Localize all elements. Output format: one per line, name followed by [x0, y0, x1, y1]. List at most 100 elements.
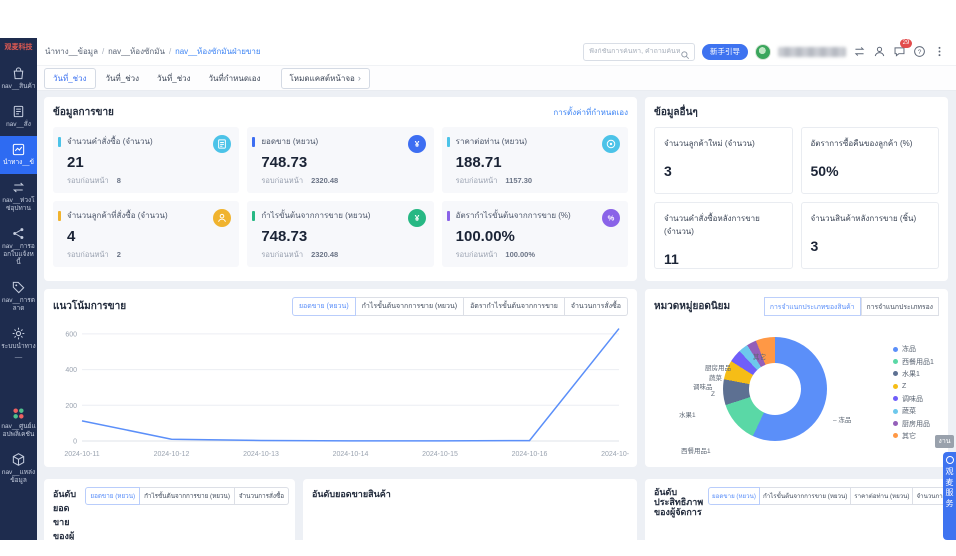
sidebar-item-products[interactable]: nav__สินค้า	[0, 60, 37, 98]
legend-item[interactable]: 调味品	[893, 393, 934, 405]
breadcrumb-separator: /	[102, 47, 104, 56]
sidebar-item-marketing[interactable]: nav__การตลาด	[0, 274, 37, 320]
svg-text:2024-10-16: 2024-10-16	[512, 451, 548, 458]
more-menu-icon[interactable]	[933, 45, 946, 58]
date-tab[interactable]: วันที่_ช่วง	[98, 68, 148, 89]
stat-value: 4	[67, 228, 231, 245]
stat-value: 748.73	[261, 228, 425, 245]
breadcrumb-item[interactable]: nav__ห้องซักมัน	[108, 45, 165, 58]
legend-dot	[893, 359, 898, 364]
legend-dot	[893, 371, 898, 376]
svg-text:2024-10-17: 2024-10-17	[601, 451, 629, 458]
switch-account-icon[interactable]	[853, 45, 866, 58]
document-icon	[11, 104, 26, 119]
legend-item[interactable]: 蔬菜	[893, 405, 934, 417]
seller-metric-tab[interactable]: กำไรขั้นต้นจากการขาย (หยวน)	[140, 487, 235, 505]
other-card-title: ข้อมูลอื่นๆ	[654, 105, 698, 120]
donut-hole	[749, 363, 801, 415]
stat-value: 3	[811, 238, 931, 254]
seller-metric-tabs: ยอดขาย (หยวน)กำไรขั้นต้นจากการขาย (หยวน)…	[85, 487, 289, 505]
breadcrumb-item[interactable]: นำทาง__ข้อมูล	[45, 45, 98, 58]
messages-icon[interactable]: 29	[893, 45, 906, 58]
manager-ranking-title: อันดับประสิทธิภาพของผู้จัดการ	[654, 487, 702, 517]
sidebar-item-supply-chain[interactable]: nav__ห่วงโซ่อุปทาน	[0, 174, 37, 220]
seller-metric-tab[interactable]: จำนวนการสั่งซื้อ	[235, 487, 289, 505]
legend-item[interactable]: 冻品	[893, 343, 934, 355]
sidebar-item-app-center[interactable]: nav__ศูนย์แอปพลิเคชัน	[0, 400, 37, 446]
legend-item[interactable]: 厨房用品	[893, 417, 934, 429]
gear-icon	[11, 326, 26, 341]
date-tab[interactable]: วันที่_ช่วง	[149, 68, 199, 89]
stat-tile: อัตรากำไรขั้นต้นจากการขาย (%)%100.00%รอบ…	[442, 201, 628, 267]
service-button-char: 麦	[946, 478, 954, 488]
category-tab[interactable]: การจำแนกประเภทรอง	[861, 297, 939, 316]
top-header: นำทาง__ข้อมูล/nav__ห้องซักมัน/nav__ห้องซ…	[37, 38, 956, 66]
app-window: 观麦科技 nav__สินค้าnav__สั่งนำทาง__ข้nav__ห…	[0, 38, 956, 540]
profit-icon: ¥	[408, 209, 426, 227]
legend-item[interactable]: 其它	[893, 430, 934, 442]
customer-service-button[interactable]: 观麦服务	[943, 452, 956, 540]
legend-dot	[893, 433, 898, 438]
category-tab[interactable]: การจำแนกประเภทของสินค้า	[764, 297, 861, 316]
header-actions: 新手引导 29 ?	[583, 43, 946, 61]
svg-text:600: 600	[65, 331, 77, 338]
legend-item[interactable]: 水果1	[893, 368, 934, 380]
sidebar-item-system[interactable]: ระบบนำทาง__	[0, 320, 37, 366]
previous-period-label: รอบก่อนหน้า	[67, 176, 109, 185]
avatar[interactable]	[755, 44, 771, 60]
supply-icon	[11, 180, 26, 195]
category-donut-chart: 冻品西餐用品1水果1Z调味品蔬菜厨房用品其它 其它厨房用品蔬菜调味品Z水果1西餐…	[645, 317, 948, 465]
other-tiles: จำนวนลูกค้าใหม่ (จำนวน)3อัตราการซื้อคืนข…	[654, 127, 939, 269]
donut-label: 其它	[753, 351, 766, 361]
dashboard-screen: 观麦科技 nav__สินค้าnav__สั่งนำทาง__ข้nav__ห…	[0, 0, 956, 556]
sales-data-card: ข้อมูลการขาย การตั้งค่าที่กำหนดเอง จำนวน…	[44, 97, 637, 281]
accent-bar	[58, 211, 61, 221]
svg-text:2024-10-12: 2024-10-12	[154, 451, 190, 458]
manager-metric-tab[interactable]: ยอดขาย (หยวน)	[708, 487, 760, 505]
guide-button[interactable]: 新手引导	[702, 44, 748, 60]
support-icon[interactable]	[873, 45, 886, 58]
date-tab[interactable]: วันที่กำหนดเอง	[201, 68, 269, 89]
custom-settings-link[interactable]: การตั้งค่าที่กำหนดเอง	[553, 106, 628, 119]
legend-item[interactable]: Z	[893, 380, 934, 392]
sidebar-item-dashboard[interactable]: นำทาง__ข้	[0, 136, 37, 174]
sidebar-item-data-source[interactable]: nav__แหล่งข้อมูล	[0, 446, 37, 492]
percent-icon: %	[602, 209, 620, 227]
legend-dot	[893, 421, 898, 426]
sidebar-item-label: nav__สั่ง	[1, 121, 36, 129]
stat-value: 11	[664, 251, 784, 267]
service-button-char: 服	[946, 488, 954, 498]
category-tabs: การจำแนกประเภทของสินค้าการจำแนกประเภทรอง	[764, 297, 939, 316]
stat-title: จำนวนคำสั่งซื้อหลังการขาย (จำนวน)	[664, 212, 784, 238]
search-box[interactable]	[583, 43, 695, 61]
search-input[interactable]	[584, 48, 680, 55]
trend-metric-tab[interactable]: ยอดขาย (หยวน)	[292, 297, 356, 316]
other-stat-tile: จำนวนลูกค้าใหม่ (จำนวน)3	[654, 127, 793, 194]
date-tab[interactable]: วันที่_ช่วง	[44, 68, 96, 89]
task-float-tag[interactable]: งาน	[935, 435, 954, 448]
sales-trend-card: แนวโน้มการขาย ยอดขาย (หยวน)กำไรขั้นต้นจา…	[44, 289, 637, 467]
sales-tiles: จำนวนคำสั่งซื้อ (จำนวน)21รอบก่อนหน้า8ยอด…	[53, 127, 628, 267]
accent-bar	[252, 137, 255, 147]
svg-text:¥: ¥	[414, 214, 419, 223]
screen-cast-button[interactable]: โหมดแคสต์หน้าจอ ›	[281, 68, 370, 89]
customer-icon	[213, 209, 231, 227]
help-icon[interactable]: ?	[913, 45, 926, 58]
brand-logo: 观麦科技	[0, 38, 37, 52]
legend-dot	[893, 409, 898, 414]
seller-ranking-title: อันดับยอดขายของผู้ขาย	[53, 487, 79, 540]
trend-metric-tab[interactable]: อัตรากำไรขั้นต้นจากการขาย	[464, 297, 565, 316]
trend-metric-tab[interactable]: กำไรขั้นต้นจากการขาย (หยวน)	[356, 297, 464, 316]
accent-bar	[252, 211, 255, 221]
manager-metric-tab[interactable]: กำไรขั้นต้นจากการขาย (หยวน)	[760, 487, 851, 505]
manager-metric-tab[interactable]: ราคาต่อท่าน (หยวน)	[851, 487, 913, 505]
trend-metric-tab[interactable]: จำนวนการสั่งซื้อ	[565, 297, 628, 316]
date-filter-bar: วันที่_ช่วงวันที่_ช่วงวันที่_ช่วงวันที่ก…	[37, 66, 956, 91]
legend-item[interactable]: 西餐用品1	[893, 355, 934, 367]
sidebar-item-invoicing[interactable]: nav__การออกใบแจ้งหนี้	[0, 220, 37, 274]
breadcrumb-item[interactable]: nav__ห้องซักมันฝ่ายขาย	[175, 45, 260, 58]
donut-label: Z	[711, 391, 715, 398]
previous-period-value: 8	[117, 176, 121, 185]
sidebar-item-orders[interactable]: nav__สั่ง	[0, 98, 37, 136]
seller-metric-tab[interactable]: ยอดขาย (หยวน)	[85, 487, 140, 505]
